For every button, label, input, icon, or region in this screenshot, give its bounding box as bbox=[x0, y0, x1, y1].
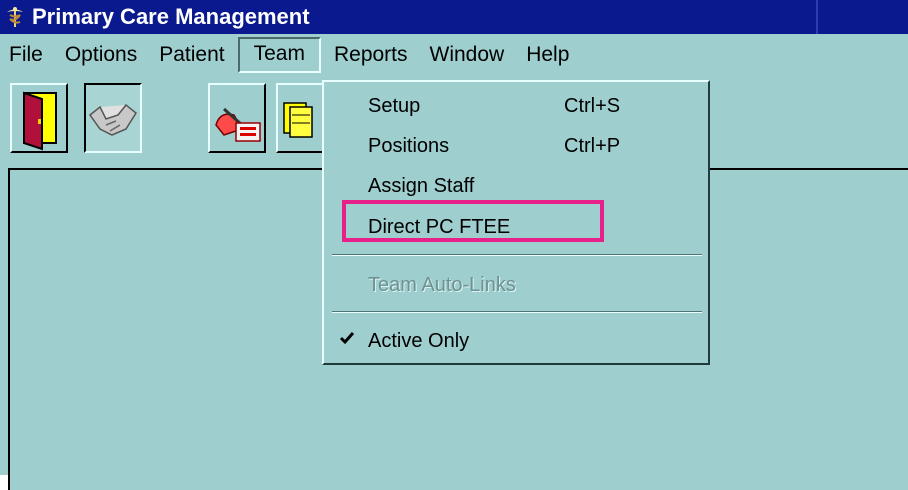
patient-assign-icon bbox=[210, 107, 264, 155]
menu-item-assign-staff[interactable]: Assign Staff bbox=[368, 171, 474, 201]
title-bar[interactable]: Primary Care Management bbox=[0, 0, 908, 34]
handshake-icon bbox=[86, 104, 140, 155]
menu-bar: File Options Patient Team Reports Window… bbox=[0, 34, 908, 76]
menu-item-positions[interactable]: Positions bbox=[368, 131, 449, 161]
menu-team[interactable]: Team bbox=[237, 37, 321, 73]
team-button[interactable] bbox=[84, 83, 142, 153]
menu-file[interactable]: File bbox=[0, 38, 52, 72]
exit-door-icon bbox=[12, 91, 66, 155]
menu-window[interactable]: Window bbox=[421, 38, 514, 72]
title-bar-tail bbox=[816, 0, 908, 34]
menu-separator bbox=[332, 254, 702, 256]
folders-icon bbox=[278, 102, 322, 155]
menu-item-setup[interactable]: Setup bbox=[368, 91, 420, 121]
menu-options[interactable]: Options bbox=[56, 38, 146, 72]
menu-item-active-only[interactable]: Active Only bbox=[368, 326, 469, 356]
checkmark-icon bbox=[338, 329, 356, 347]
window-title: Primary Care Management bbox=[32, 4, 310, 29]
menu-reports[interactable]: Reports bbox=[325, 38, 417, 72]
menu-separator bbox=[332, 311, 702, 313]
menu-item-team-auto-links: Team Auto-Links bbox=[368, 274, 516, 296]
folders-button[interactable] bbox=[276, 83, 324, 153]
menu-help[interactable]: Help bbox=[517, 38, 578, 72]
shortcut-positions: Ctrl+P bbox=[564, 135, 621, 157]
menu-patient[interactable]: Patient bbox=[150, 38, 233, 72]
assign-button[interactable] bbox=[208, 83, 266, 153]
highlight-annotation bbox=[342, 200, 604, 242]
app-window: Primary Care Management File Options Pat… bbox=[0, 0, 908, 490]
caduceus-icon[interactable] bbox=[4, 6, 26, 28]
shortcut-setup: Ctrl+S bbox=[564, 95, 621, 117]
exit-button[interactable] bbox=[10, 83, 68, 153]
